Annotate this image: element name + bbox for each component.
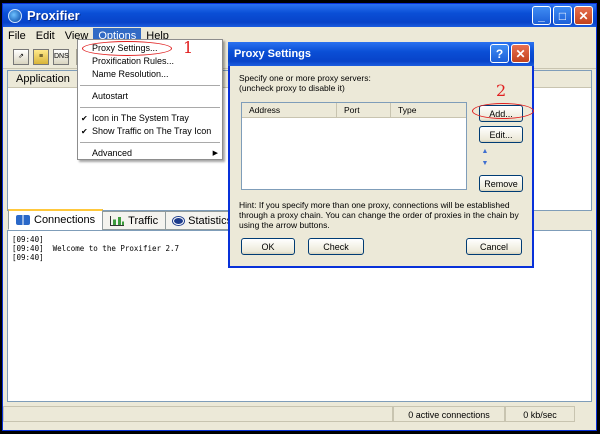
annotation-number-1: 1	[183, 38, 194, 57]
edit-button[interactable]: Edit...	[479, 126, 523, 143]
tab-connections[interactable]: Connections	[8, 209, 104, 230]
menu-icon-in-tray[interactable]: Icon in The System Tray	[78, 112, 222, 125]
proxy-list-header: Address Port Type	[242, 103, 466, 118]
submenu-arrow-icon: ▶	[212, 150, 218, 157]
statistics-icon	[173, 216, 185, 225]
hint-line-2: through a proxy chain. You can change th…	[239, 210, 519, 220]
status-bar: 0 active connections 0 kb/sec	[3, 404, 596, 424]
menu-file[interactable]: File	[3, 28, 31, 45]
dialog-title: Proxy Settings	[234, 48, 312, 60]
minimize-icon[interactable]: _	[532, 6, 551, 25]
menu-separator	[80, 142, 220, 143]
help-icon[interactable]: ?	[490, 44, 509, 63]
connections-icon	[16, 215, 30, 225]
move-up-arrow-icon[interactable]: ▲	[480, 146, 490, 157]
maximize-icon[interactable]: □	[553, 6, 572, 25]
check-button[interactable]: Check	[308, 238, 364, 255]
column-address[interactable]: Address	[242, 103, 337, 117]
proxifier-app-icon	[8, 8, 22, 23]
proxy-settings-dialog: Proxy Settings ? ✕ Specify one or more p…	[228, 42, 534, 268]
menu-proxification-rules[interactable]: Proxification Rules...	[78, 55, 222, 68]
menu-show-traffic-tray[interactable]: Show Traffic on The Tray Icon	[78, 125, 222, 138]
hint-line-3: using the arrow buttons.	[239, 220, 330, 230]
cancel-button[interactable]: Cancel	[466, 238, 522, 255]
tab-traffic-label: Traffic	[128, 214, 159, 227]
tab-traffic[interactable]: Traffic	[102, 211, 167, 230]
bottom-tabs: Connections Traffic Statistics	[8, 209, 241, 230]
dns-tool-icon[interactable]: DNS	[53, 48, 69, 65]
menu-edit[interactable]: Edit	[31, 28, 60, 45]
status-speed: 0 kb/sec	[505, 406, 575, 422]
menu-separator	[80, 85, 220, 86]
ok-button[interactable]: OK	[241, 238, 295, 255]
rules-tool-icon[interactable]: ≡	[33, 48, 49, 65]
close-icon[interactable]: ✕	[574, 6, 593, 25]
proxy-list[interactable]: Address Port Type	[241, 102, 467, 190]
status-connections: 0 active connections	[393, 406, 505, 422]
dialog-instructions: Specify one or more proxy servers: (unch…	[239, 73, 371, 93]
tab-connections-label: Connections	[34, 214, 96, 226]
options-menu: Proxy Settings... Proxification Rules...…	[77, 39, 223, 160]
column-port[interactable]: Port	[337, 103, 391, 117]
menu-separator	[80, 107, 220, 108]
status-empty	[3, 406, 393, 422]
column-type[interactable]: Type	[391, 103, 466, 117]
proxy-settings-tool-icon[interactable]: ⇗	[13, 48, 29, 65]
dialog-close-icon[interactable]: ✕	[511, 44, 530, 63]
annotation-circle-proxy-settings	[82, 41, 172, 56]
tab-statistics-label: Statistics	[188, 214, 233, 227]
dialog-hint: Hint: If you specify more than one proxy…	[239, 200, 531, 230]
move-down-arrow-icon[interactable]: ▼	[480, 158, 490, 169]
annotation-number-2: 2	[496, 81, 507, 100]
title-bar[interactable]: Proxifier _ □ ✕	[3, 4, 596, 27]
traffic-chart-icon	[110, 215, 125, 226]
menu-autostart[interactable]: Autostart	[78, 90, 222, 103]
column-application[interactable]: Application	[8, 71, 78, 87]
menu-advanced-label: Advanced	[92, 148, 133, 158]
dialog-body: Specify one or more proxy servers: (unch…	[230, 66, 534, 266]
window-title: Proxifier	[27, 8, 80, 23]
dialog-title-bar[interactable]: Proxy Settings ? ✕	[228, 42, 534, 66]
menu-name-resolution[interactable]: Name Resolution...	[78, 68, 222, 81]
hint-line-1: Hint: If you specify more than one proxy…	[239, 200, 510, 210]
remove-button[interactable]: Remove	[479, 175, 523, 192]
instructions-line-2: (uncheck proxy to disable it)	[239, 83, 345, 93]
instructions-line-1: Specify one or more proxy servers:	[239, 73, 371, 83]
menu-advanced[interactable]: Advanced ▶	[78, 147, 222, 160]
annotation-circle-add	[472, 103, 534, 119]
